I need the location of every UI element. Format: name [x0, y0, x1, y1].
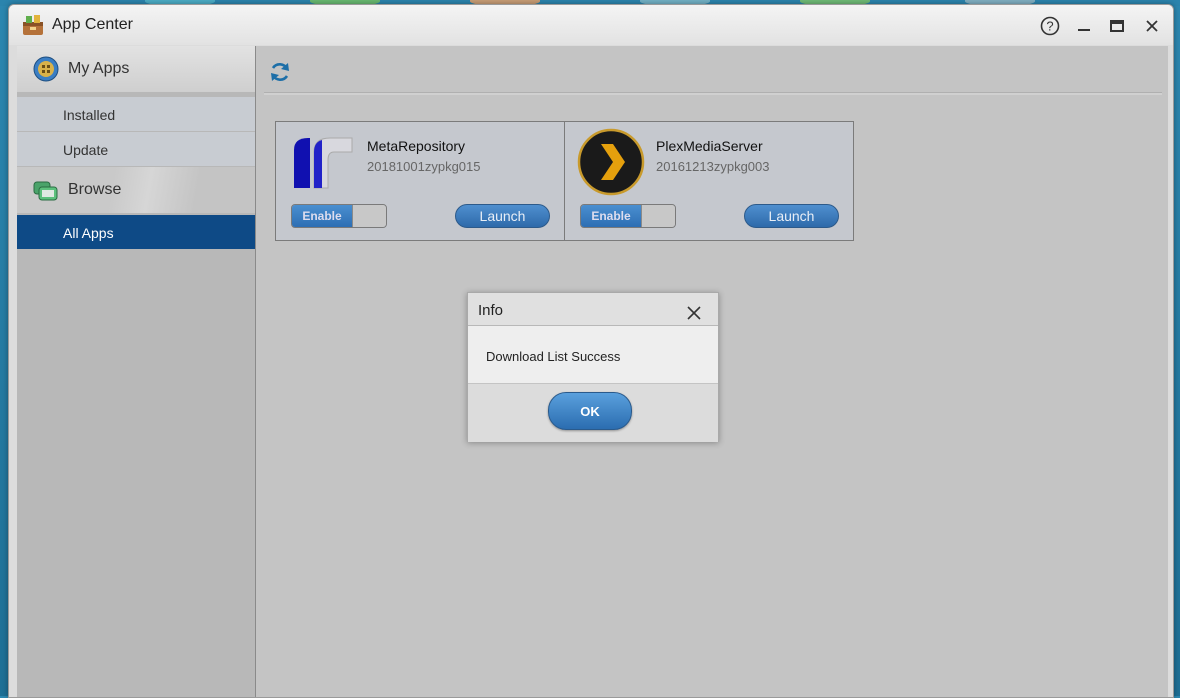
sidebar-item-update[interactable]: Update [17, 132, 255, 166]
app-name: MetaRepository [367, 138, 466, 154]
app-center-icon [23, 15, 43, 35]
sidebar-section-label: Browse [68, 181, 122, 198]
help-icon: ? [1040, 16, 1060, 36]
maximize-icon [1110, 20, 1124, 32]
toolbar-divider [264, 92, 1162, 95]
minimize-button[interactable] [1073, 15, 1095, 37]
app-name: PlexMediaServer [656, 138, 763, 154]
dialog-title: Info [478, 302, 504, 319]
close-icon [1146, 20, 1158, 32]
sidebar-item-label: Installed [63, 107, 116, 123]
sidebar-section-my-apps[interactable]: My Apps [17, 46, 255, 92]
toggle-knob [641, 205, 675, 227]
minimize-icon [1078, 29, 1090, 31]
metarepository-logo [294, 137, 353, 189]
enable-toggle[interactable]: Enable [291, 204, 387, 228]
info-dialog: Info Download List Success OK [467, 292, 719, 442]
sidebar-item-installed[interactable]: Installed [17, 97, 255, 131]
ok-button[interactable]: OK [548, 392, 632, 430]
enable-toggle[interactable]: Enable [580, 204, 676, 228]
launch-button[interactable]: Launch [744, 204, 839, 228]
my-apps-icon [33, 56, 59, 82]
sidebar-item-label: Update [63, 142, 109, 158]
browse-icon [33, 181, 58, 201]
dialog-close-icon[interactable] [686, 305, 702, 321]
app-card-list: MetaRepository 20181001zypkg015 Enable L… [275, 121, 854, 241]
sidebar-section-browse[interactable]: Browse [17, 167, 255, 213]
dialog-footer: OK [468, 383, 718, 442]
dialog-message: Download List Success [486, 349, 621, 364]
sidebar-item-label: All Apps [63, 225, 114, 241]
window-titlebar: App Center ? [9, 5, 1173, 45]
app-card-plexmediaserver: PlexMediaServer 20161213zypkg003 Enable … [564, 122, 853, 240]
app-version: 20161213zypkg003 [656, 159, 770, 174]
sidebar: My Apps Installed Update Browse All Apps [17, 46, 256, 697]
app-card-metarepository: MetaRepository 20181001zypkg015 Enable L… [276, 122, 564, 240]
plex-logo [577, 128, 645, 196]
help-button[interactable]: ? [1039, 15, 1061, 37]
close-window-button[interactable] [1141, 15, 1163, 37]
refresh-icon[interactable] [268, 60, 292, 84]
enable-toggle-label: Enable [292, 205, 352, 227]
sidebar-section-label: My Apps [68, 60, 130, 77]
sidebar-item-all-apps[interactable]: All Apps [17, 215, 255, 249]
maximize-button[interactable] [1106, 15, 1128, 37]
launch-button[interactable]: Launch [455, 204, 550, 228]
dialog-header: Info [468, 293, 718, 326]
enable-toggle-label: Enable [581, 205, 641, 227]
svg-text:?: ? [1046, 19, 1053, 34]
window-title: App Center [52, 16, 133, 33]
toggle-knob [352, 205, 386, 227]
app-version: 20181001zypkg015 [367, 159, 481, 174]
